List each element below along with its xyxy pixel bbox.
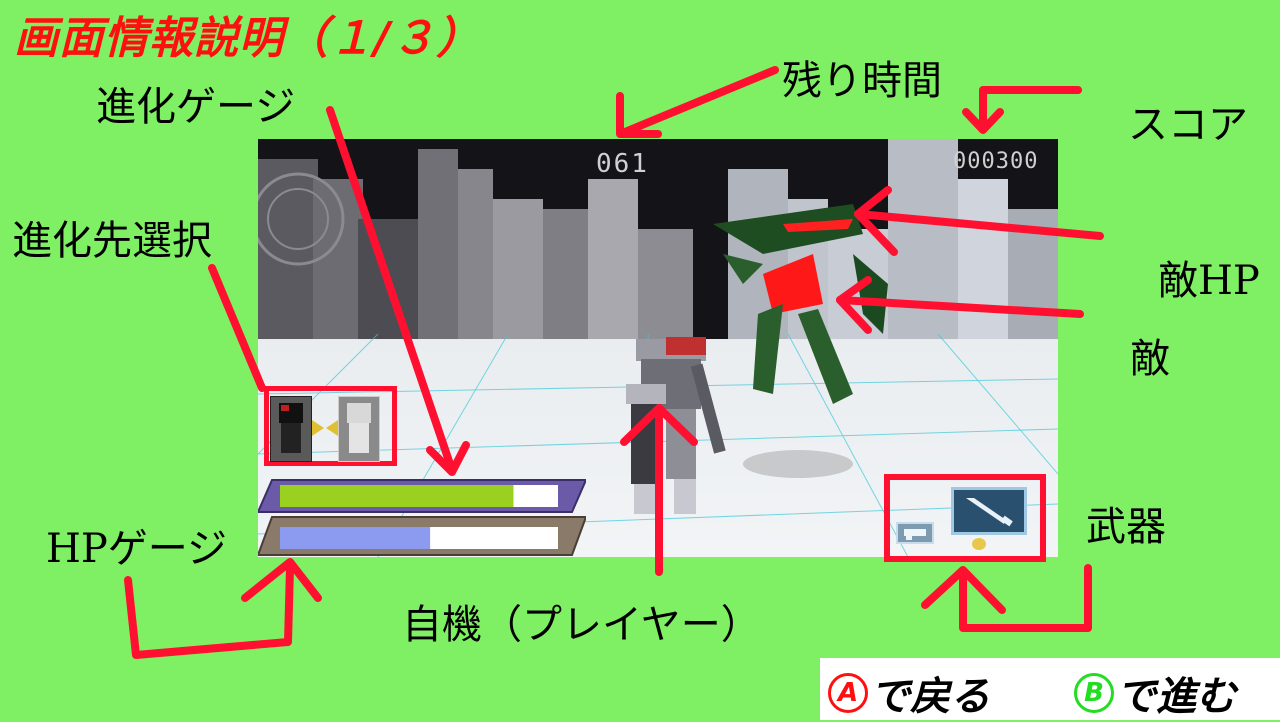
page-title: 画面情報説明（１/３） xyxy=(14,13,482,64)
label-weapon: 武器 xyxy=(1086,504,1166,550)
evolution-gauge-fill xyxy=(280,485,514,507)
label-evolution-gauge: 進化ゲージ xyxy=(96,84,296,130)
evolution-option-current[interactable] xyxy=(270,396,312,462)
label-player: 自機（プレイヤー） xyxy=(402,602,761,648)
evolution-option-next[interactable] xyxy=(338,396,380,462)
robot-dark-icon xyxy=(279,403,303,453)
next-label: で進む xyxy=(1116,674,1236,720)
next-button[interactable]: B で進む xyxy=(1074,664,1236,722)
label-enemy-hp: 敵HP xyxy=(1158,258,1260,304)
b-button-icon: B xyxy=(1074,673,1114,713)
label-remaining-time: 残り時間 xyxy=(782,58,942,104)
a-button-icon: A xyxy=(828,673,868,713)
gun-icon xyxy=(904,529,926,540)
hp-gauge xyxy=(258,516,586,556)
robot-light-icon xyxy=(347,403,371,453)
label-evolution-select: 進化先選択 xyxy=(12,218,212,264)
label-score: スコア xyxy=(1128,102,1248,148)
score-display: 000300 xyxy=(953,149,1039,174)
label-hp-gauge: HPゲージ xyxy=(46,526,227,572)
weapon-sub-slot[interactable] xyxy=(896,522,934,544)
sword-icon xyxy=(966,498,1013,527)
evolution-arrow-back-icon xyxy=(326,420,338,436)
evolution-arrow-icon xyxy=(312,420,324,436)
hp-gauge-fill xyxy=(280,527,431,549)
weapon-main-slot[interactable] xyxy=(951,487,1027,535)
back-label: で戻る xyxy=(870,674,990,720)
evolution-gauge xyxy=(258,479,586,513)
label-enemy: 敵 xyxy=(1130,336,1170,382)
remaining-time-display: 061 xyxy=(596,149,649,179)
city-skyline xyxy=(258,139,1058,339)
weapon-indicator xyxy=(972,538,986,550)
back-button[interactable]: A で戻る xyxy=(828,664,990,722)
player-robot xyxy=(626,337,726,514)
